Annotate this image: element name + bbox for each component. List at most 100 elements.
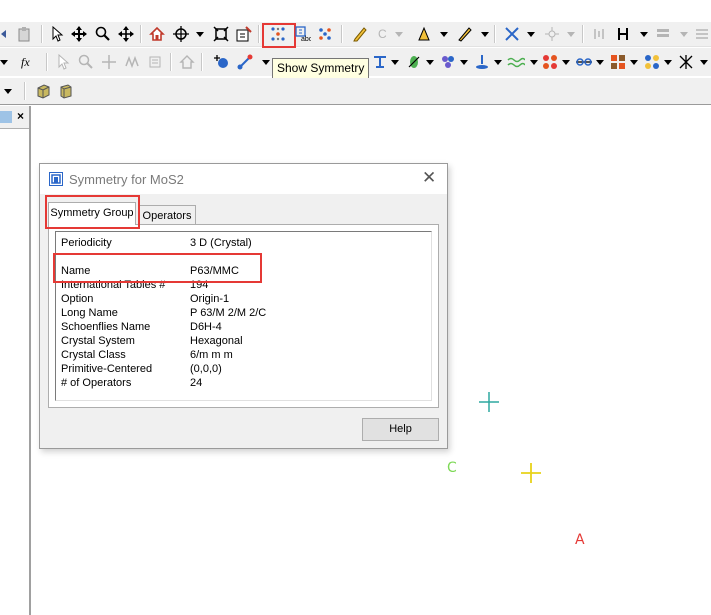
symmetry-atoms-icon[interactable] (315, 24, 335, 44)
property-key: Primitive-Centered (61, 363, 153, 375)
toolbar-separator (24, 82, 26, 100)
symmetry-dialog: Symmetry for MoS2 ✕ Symmetry Group Opera… (39, 163, 448, 449)
draw-bond-icon[interactable] (455, 24, 475, 44)
left-panel-tab[interactable] (0, 111, 12, 123)
property-value: Hexagonal (190, 335, 243, 347)
cluster-dropdown-icon[interactable] (460, 60, 468, 65)
carbon-icon[interactable]: C (373, 24, 393, 44)
draw-ring-icon[interactable] (414, 24, 434, 44)
dialog-titlebar[interactable]: Symmetry for MoS2 ✕ (40, 164, 447, 194)
grid-icon[interactable] (608, 52, 628, 72)
toolbar-separator (494, 25, 496, 43)
wave-icon[interactable] (506, 52, 526, 72)
move-icon[interactable] (69, 24, 89, 44)
add-atom-icon[interactable] (212, 52, 232, 72)
tab-operators[interactable]: Operators (138, 205, 196, 225)
translate2-icon[interactable] (145, 52, 165, 72)
build-crystal-icon[interactable] (33, 81, 53, 101)
link-icon[interactable] (574, 52, 594, 72)
fragment-icon[interactable] (542, 24, 562, 44)
svg-text:fx: fx (21, 55, 30, 69)
filter-dropdown-icon[interactable] (494, 60, 502, 65)
a-axis-label: A (575, 532, 585, 548)
measure-dropdown-icon[interactable] (391, 60, 399, 65)
balls-icon[interactable] (642, 52, 662, 72)
property-value: Origin-1 (190, 293, 230, 305)
move2-icon[interactable] (99, 52, 119, 72)
dialog-title: Symmetry for MoS2 (69, 172, 184, 187)
bond-type-dropdown-icon[interactable] (527, 32, 535, 37)
close-icon[interactable]: ✕ (422, 169, 436, 187)
cell-abc-icon[interactable]: abc (293, 24, 313, 44)
toolbar-separator (140, 25, 142, 43)
add-bond-icon[interactable] (235, 52, 255, 72)
toolbar-separator (582, 25, 584, 43)
measure-icon[interactable] (370, 52, 390, 72)
left-panel: × (0, 106, 31, 615)
show-symmetry-tooltip: Show Symmetry (272, 58, 370, 79)
fragment-dropdown-icon (567, 32, 575, 37)
row3-left-dropdown-icon[interactable] (4, 89, 12, 94)
property-value: (0,0,0) (190, 363, 222, 375)
show-symmetry-highlight (262, 23, 296, 48)
ring-icon[interactable] (540, 52, 560, 72)
cross-icon[interactable] (676, 52, 696, 72)
property-key: Periodicity (61, 237, 112, 249)
balls-dropdown-icon[interactable] (664, 60, 672, 65)
symmetry-group-tab-highlight (45, 195, 140, 229)
property-value: D6H-4 (190, 321, 222, 333)
grid-dropdown-icon[interactable] (630, 60, 638, 65)
property-value: 24 (190, 377, 203, 389)
left-panel-header: × (0, 106, 29, 129)
cell-icon[interactable] (56, 81, 76, 101)
property-key: Crystal System (61, 335, 135, 347)
cluster-icon[interactable] (438, 52, 458, 72)
ring-dropdown-icon[interactable] (562, 60, 570, 65)
select-icon[interactable] (53, 52, 73, 72)
pencil-icon[interactable] (350, 24, 370, 44)
link-dropdown-icon[interactable] (596, 60, 604, 65)
more-icon[interactable] (590, 24, 610, 44)
home2-icon[interactable] (177, 52, 197, 72)
paste-icon[interactable] (14, 24, 34, 44)
help-button[interactable]: Help (362, 418, 439, 441)
property-key: Option (61, 293, 94, 305)
stack-icon[interactable] (653, 24, 673, 44)
stack-dropdown-icon (680, 32, 688, 37)
name-row-highlight (53, 253, 262, 283)
row2-left-dropdown-icon[interactable] (0, 60, 8, 65)
svg-text:C: C (378, 27, 387, 41)
property-value: 3 D (Crystal) (190, 237, 252, 249)
svg-text:abc: abc (301, 36, 311, 42)
filter-icon[interactable] (472, 52, 492, 72)
add-bond-dropdown-icon[interactable] (262, 60, 270, 65)
property-key: # of Operators (61, 377, 132, 389)
toolbar-separator (46, 53, 48, 71)
draw-bond-dropdown-icon[interactable] (481, 32, 489, 37)
cyan-cross-marker (479, 392, 499, 412)
fit-icon[interactable] (211, 24, 231, 44)
home-icon[interactable] (147, 24, 167, 44)
menu-icon[interactable] (692, 24, 711, 44)
center-icon[interactable] (171, 24, 191, 44)
cross-dropdown-icon[interactable] (700, 60, 708, 65)
property-key: Schoenflies Name (61, 321, 151, 333)
bond-type-icon[interactable] (502, 24, 522, 44)
zoom-icon[interactable] (93, 24, 113, 44)
align-icon[interactable] (404, 52, 424, 72)
zoom2-icon[interactable] (76, 52, 96, 72)
left-panel-close-icon[interactable]: × (17, 109, 24, 123)
wave-dropdown-icon[interactable] (530, 60, 538, 65)
center-dropdown-icon[interactable] (196, 32, 204, 37)
dialog-app-icon (49, 172, 63, 186)
rotate-icon[interactable] (122, 52, 142, 72)
properties-icon[interactable] (234, 24, 254, 44)
toolbar-separator (341, 25, 343, 43)
fx-icon[interactable]: fx (19, 52, 39, 72)
hydrogen-icon[interactable] (613, 24, 633, 44)
translate-icon[interactable] (116, 24, 136, 44)
draw-ring-dropdown-icon[interactable] (440, 32, 448, 37)
hydrogen-dropdown-icon[interactable] (640, 32, 648, 37)
select-arrow-icon[interactable] (47, 24, 67, 44)
align-dropdown-icon[interactable] (426, 60, 434, 65)
